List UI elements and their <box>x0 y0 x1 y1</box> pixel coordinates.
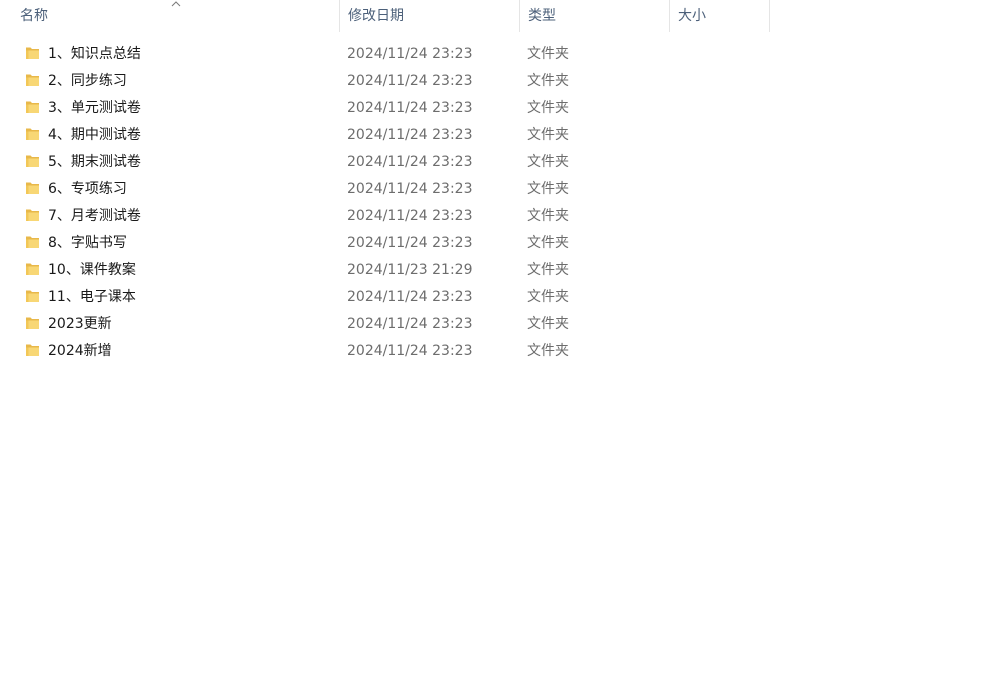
file-name: 2023更新 <box>48 316 112 332</box>
file-name: 6、专项练习 <box>48 181 127 197</box>
file-row[interactable]: 10、课件教案 2024/11/23 21:29 文件夹 <box>0 257 981 284</box>
file-modified-date: 2024/11/24 23:23 <box>347 73 473 89</box>
file-type: 文件夹 <box>527 127 569 143</box>
file-row[interactable]: 4、期中测试卷 2024/11/24 23:23 文件夹 <box>0 122 981 149</box>
file-type: 文件夹 <box>527 289 569 305</box>
file-row[interactable]: 7、月考测试卷 2024/11/24 23:23 文件夹 <box>0 203 981 230</box>
file-name: 11、电子课本 <box>48 289 136 305</box>
file-modified-date: 2024/11/24 23:23 <box>347 208 473 224</box>
file-type: 文件夹 <box>527 343 569 359</box>
file-row[interactable]: 8、字贴书写 2024/11/24 23:23 文件夹 <box>0 230 981 257</box>
file-name: 2、同步练习 <box>48 73 127 89</box>
file-name: 8、字贴书写 <box>48 235 127 251</box>
file-row[interactable]: 6、专项练习 2024/11/24 23:23 文件夹 <box>0 176 981 203</box>
folder-icon <box>26 182 39 194</box>
file-row[interactable]: 2024新增 2024/11/24 23:23 文件夹 <box>0 338 981 365</box>
folder-icon <box>26 155 39 167</box>
file-row[interactable]: 5、期末测试卷 2024/11/24 23:23 文件夹 <box>0 149 981 176</box>
file-type: 文件夹 <box>527 208 569 224</box>
column-header-size[interactable]: 大小 <box>670 0 770 32</box>
file-name: 2024新增 <box>48 343 112 359</box>
file-modified-date: 2024/11/24 23:23 <box>347 316 473 332</box>
folder-icon <box>26 101 39 113</box>
file-type: 文件夹 <box>527 235 569 251</box>
folder-icon <box>26 290 39 302</box>
column-header-bar: 名称 修改日期 类型 大小 <box>0 0 981 32</box>
file-row[interactable]: 3、单元测试卷 2024/11/24 23:23 文件夹 <box>0 95 981 122</box>
file-name: 1、知识点总结 <box>48 46 141 62</box>
folder-icon <box>26 317 39 329</box>
file-modified-date: 2024/11/24 23:23 <box>347 100 473 116</box>
file-type: 文件夹 <box>527 316 569 332</box>
file-name: 10、课件教案 <box>48 262 136 278</box>
folder-icon <box>26 236 39 248</box>
file-type: 文件夹 <box>527 154 569 170</box>
file-name: 7、月考测试卷 <box>48 208 141 224</box>
folder-icon <box>26 344 39 356</box>
file-name: 3、单元测试卷 <box>48 100 141 116</box>
file-modified-date: 2024/11/24 23:23 <box>347 289 473 305</box>
file-modified-date: 2024/11/24 23:23 <box>347 46 473 62</box>
file-row[interactable]: 1、知识点总结 2024/11/24 23:23 文件夹 <box>0 41 981 68</box>
column-header-type-label: 类型 <box>528 8 556 24</box>
folder-icon <box>26 263 39 275</box>
file-row[interactable]: 2023更新 2024/11/24 23:23 文件夹 <box>0 311 981 338</box>
file-type: 文件夹 <box>527 73 569 89</box>
column-header-size-label: 大小 <box>678 8 706 24</box>
file-modified-date: 2024/11/24 23:23 <box>347 235 473 251</box>
file-type: 文件夹 <box>527 262 569 278</box>
folder-icon <box>26 74 39 86</box>
sort-ascending-icon <box>171 1 181 7</box>
file-type: 文件夹 <box>527 181 569 197</box>
file-row[interactable]: 11、电子课本 2024/11/24 23:23 文件夹 <box>0 284 981 311</box>
file-row[interactable]: 2、同步练习 2024/11/24 23:23 文件夹 <box>0 68 981 95</box>
folder-icon <box>26 209 39 221</box>
column-header-name-label: 名称 <box>20 8 48 24</box>
file-type: 文件夹 <box>527 100 569 116</box>
folder-icon <box>26 47 39 59</box>
folder-icon <box>26 128 39 140</box>
file-name: 5、期末测试卷 <box>48 154 141 170</box>
file-type: 文件夹 <box>527 46 569 62</box>
file-name: 4、期中测试卷 <box>48 127 141 143</box>
column-header-date-label: 修改日期 <box>348 8 404 24</box>
file-modified-date: 2024/11/24 23:23 <box>347 154 473 170</box>
file-modified-date: 2024/11/24 23:23 <box>347 181 473 197</box>
file-modified-date: 2024/11/23 21:29 <box>347 262 473 278</box>
file-list-rows: 1、知识点总结 2024/11/24 23:23 文件夹 2、同步练习 2024/11/… <box>0 41 981 365</box>
file-modified-date: 2024/11/24 23:23 <box>347 127 473 143</box>
column-header-date[interactable]: 修改日期 <box>340 0 520 32</box>
file-modified-date: 2024/11/24 23:23 <box>347 343 473 359</box>
file-list-view: 名称 修改日期 类型 大小 1、知识点总结 2024/11/24 23:23 文件夹… <box>0 0 981 699</box>
column-header-type[interactable]: 类型 <box>520 0 670 32</box>
